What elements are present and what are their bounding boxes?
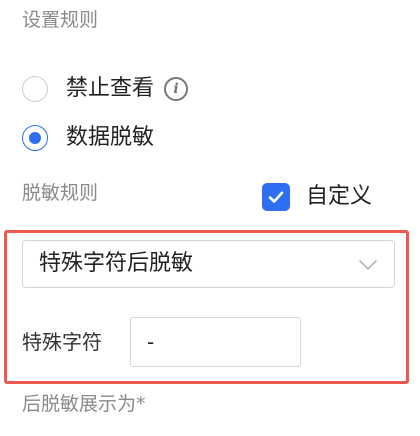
masking-method-select[interactable]: 特殊字符后脱敏	[22, 240, 395, 288]
radio-button-data-masking[interactable]	[22, 125, 48, 151]
custom-checkbox-label: 自定义	[306, 184, 373, 209]
radio-option-deny-view[interactable]: 禁止查看 i	[22, 74, 189, 104]
radio-option-data-masking[interactable]: 数据脱敏	[22, 123, 154, 153]
radio-button-deny-view[interactable]	[22, 76, 48, 102]
masking-method-select-value: 特殊字符后脱敏	[39, 251, 194, 276]
display-as-title: 后脱敏展示为*	[22, 393, 146, 415]
special-char-label: 特殊字符	[22, 330, 102, 354]
masking-rule-title: 脱敏规则	[22, 182, 99, 204]
info-icon[interactable]: i	[164, 77, 189, 101]
settings-rule-title: 设置规则	[22, 9, 99, 31]
chevron-down-icon	[359, 260, 377, 270]
radio-label-deny-view: 禁止查看	[66, 76, 155, 101]
custom-checkbox-row[interactable]: 自定义	[262, 183, 372, 211]
checkmark-icon	[268, 191, 284, 203]
radio-label-data-masking: 数据脱敏	[66, 125, 155, 150]
custom-checkbox[interactable]	[262, 183, 290, 211]
special-char-input[interactable]	[130, 317, 301, 367]
rule-settings-panel: 设置规则 禁止查看 i 数据脱敏 脱敏规则 自定义 特殊字符后脱敏 特殊字符 后…	[0, 0, 420, 436]
